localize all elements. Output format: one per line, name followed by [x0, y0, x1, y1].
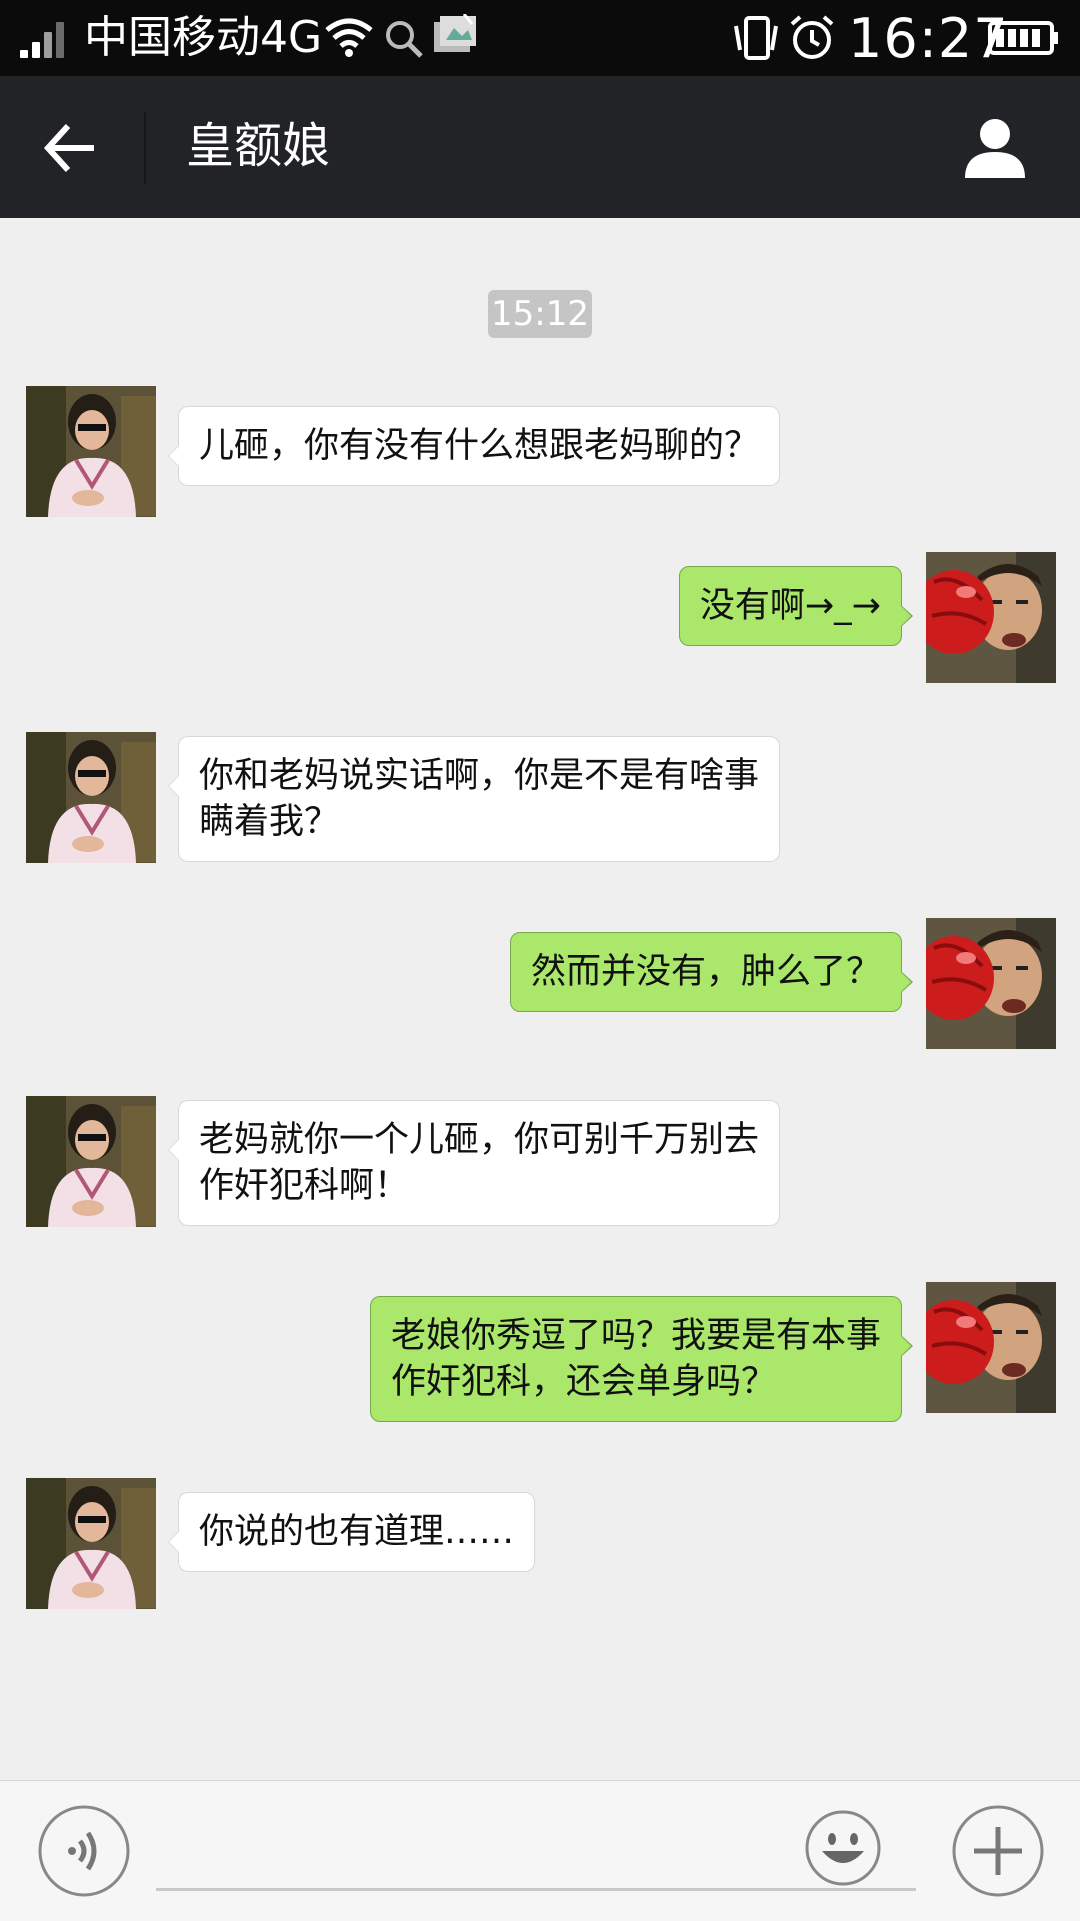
mom-avatar[interactable] — [26, 732, 156, 863]
plus-icon[interactable] — [950, 1803, 1046, 1899]
received-message-bubble[interactable]: 你说的也有道理…… — [167, 1492, 536, 1572]
received-message-bubble[interactable]: 儿砸，你有没有什么想跟老妈聊的？ — [167, 406, 781, 486]
chat-header: 皇额娘 — [0, 76, 1080, 218]
status-bar: 中国移动4G 16:27 — [0, 0, 1080, 76]
clock-time: 16:27 — [848, 7, 1009, 70]
alarm-icon — [790, 15, 834, 59]
header-divider — [144, 112, 146, 184]
message-timestamp: 15:12 — [488, 290, 592, 338]
smiley-icon[interactable] — [804, 1809, 882, 1887]
mom-avatar[interactable] — [26, 1096, 156, 1227]
signal-icon — [20, 22, 68, 58]
sent-message-bubble[interactable]: 然而并没有，肿么了？ — [509, 932, 914, 1012]
battery-icon — [988, 21, 1058, 55]
message-text-line: 作奸犯科，还会单身吗？ — [390, 1362, 776, 1402]
message-input[interactable] — [156, 1811, 916, 1891]
received-message-bubble[interactable]: 老妈就你一个儿砸，你可别千万别去 作奸犯科啊！ — [167, 1100, 781, 1226]
message-text: 然而并没有，肿么了？ — [530, 952, 881, 992]
user-avatar[interactable] — [926, 1282, 1056, 1413]
person-icon[interactable] — [960, 112, 1030, 182]
vibrate-icon — [734, 16, 778, 60]
received-message-bubble[interactable]: 你和老妈说实话啊，你是不是有啥事 瞒着我？ — [167, 736, 781, 862]
chat-area[interactable]: 15:12 儿砸，你有没有什么想跟老妈聊的？ 没有啊→_→ 你和老妈说实话啊，你… — [0, 218, 1080, 1780]
voice-icon[interactable] — [36, 1803, 132, 1899]
user-avatar[interactable] — [926, 918, 1056, 1049]
mom-avatar[interactable] — [26, 1478, 156, 1609]
message-text: 儿砸，你有没有什么想跟老妈聊的？ — [199, 426, 760, 466]
page-title: 皇额娘 — [186, 118, 331, 174]
message-text: 没有啊→_→ — [699, 586, 881, 626]
user-avatar[interactable] — [926, 552, 1056, 683]
sent-message-bubble[interactable]: 没有啊→_→ — [678, 566, 914, 646]
message-text-line: 你和老妈说实话啊，你是不是有啥事 — [199, 756, 760, 796]
input-bar — [0, 1780, 1080, 1921]
message-text-line: 老娘你秀逗了吗？我要是有本事 — [390, 1316, 881, 1356]
image-notification-icon — [434, 14, 476, 52]
sent-message-bubble[interactable]: 老娘你秀逗了吗？我要是有本事 作奸犯科，还会单身吗？ — [369, 1296, 914, 1422]
arrow-left-icon[interactable] — [40, 118, 100, 178]
message-text-line: 老妈就你一个儿砸，你可别千万别去 — [199, 1120, 760, 1160]
search-icon — [386, 21, 423, 58]
message-text-line: 瞒着我？ — [199, 802, 340, 842]
message-text: 你说的也有道理…… — [199, 1512, 515, 1552]
carrier-label: 中国移动4G — [84, 12, 323, 63]
mom-avatar[interactable] — [26, 386, 156, 517]
wifi-icon — [325, 18, 373, 57]
message-text-line: 作奸犯科啊！ — [199, 1166, 410, 1206]
